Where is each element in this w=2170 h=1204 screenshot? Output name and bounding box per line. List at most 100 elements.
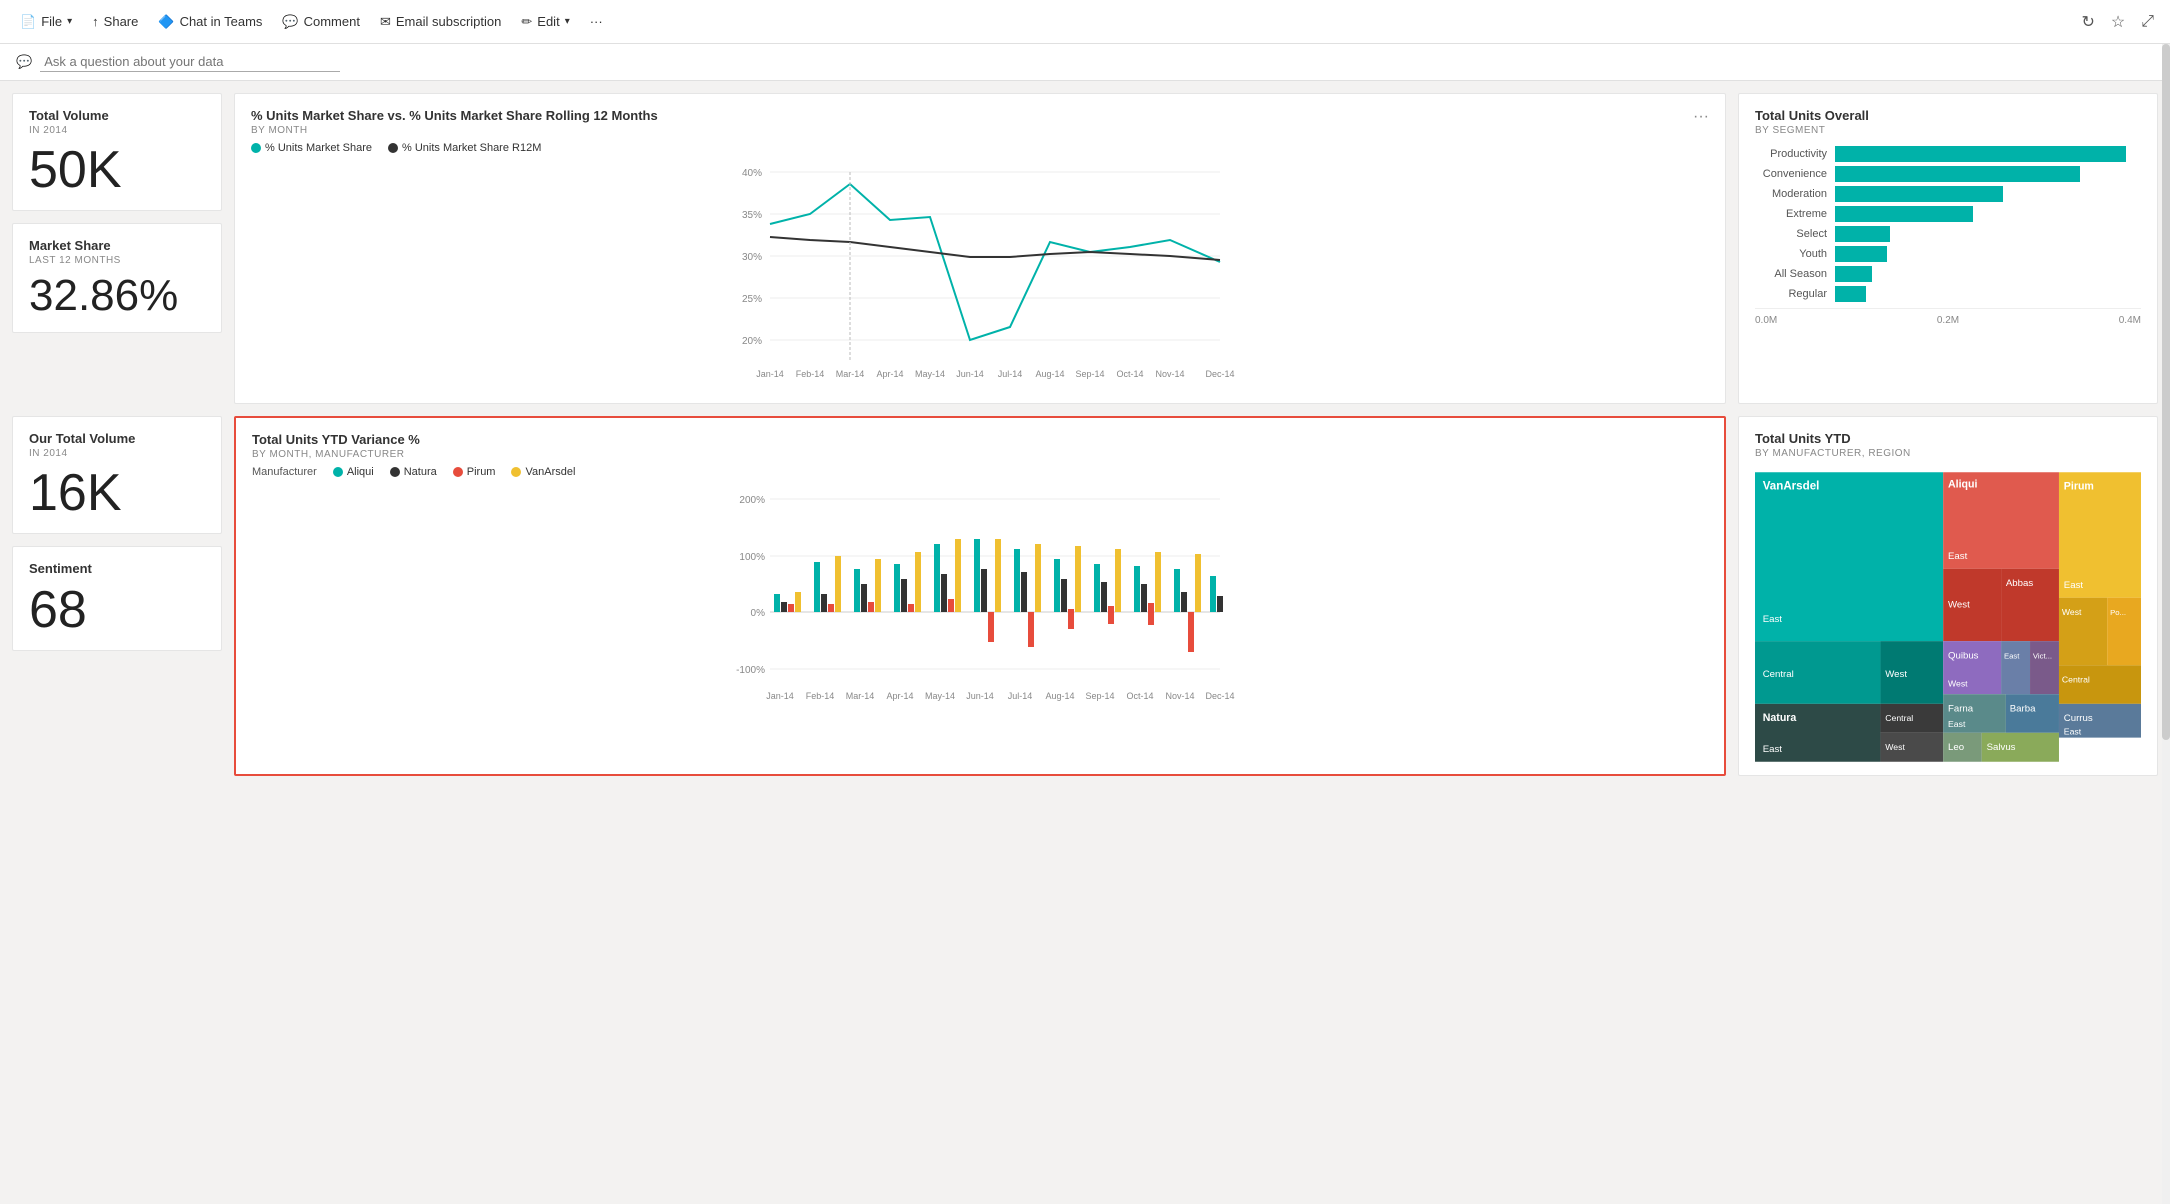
svg-text:100%: 100% bbox=[739, 552, 765, 563]
line-chart-card: % Units Market Share vs. % Units Market … bbox=[234, 93, 1726, 404]
chevron-down-icon: ▾ bbox=[67, 16, 72, 27]
legend-item-1: % Units Market Share bbox=[251, 142, 372, 154]
teams-icon: 🔷 bbox=[158, 14, 174, 30]
svg-text:May-14: May-14 bbox=[925, 691, 955, 701]
svg-text:East: East bbox=[1948, 551, 1968, 562]
svg-text:Aliqui: Aliqui bbox=[1948, 479, 1978, 491]
email-subscription-button[interactable]: ✉ Email subscription bbox=[372, 10, 509, 34]
svg-text:East: East bbox=[1763, 614, 1783, 625]
svg-text:West: West bbox=[1885, 669, 1907, 680]
svg-text:West: West bbox=[1885, 742, 1905, 752]
share-icon: ↑ bbox=[92, 14, 99, 29]
svg-text:East: East bbox=[2064, 727, 2082, 737]
aliqui-dot bbox=[333, 467, 343, 477]
email-icon: ✉ bbox=[380, 14, 391, 30]
svg-text:Po...: Po... bbox=[2110, 608, 2126, 617]
chat-in-teams-button[interactable]: 🔷 Chat in Teams bbox=[150, 10, 270, 34]
svg-text:Central: Central bbox=[2062, 675, 2090, 685]
svg-text:Jul-14: Jul-14 bbox=[1008, 691, 1033, 701]
svg-text:Jul-14: Jul-14 bbox=[998, 369, 1023, 379]
variance-chart-svg: 200% 100% 0% -100% bbox=[252, 484, 1708, 714]
share-button[interactable]: ↑ Share bbox=[84, 10, 146, 33]
hbar-row-extreme: Extreme bbox=[1755, 206, 2141, 222]
svg-text:Aug-14: Aug-14 bbox=[1045, 691, 1074, 701]
svg-text:Apr-14: Apr-14 bbox=[876, 369, 903, 379]
svg-text:Oct-14: Oct-14 bbox=[1116, 369, 1143, 379]
file-menu[interactable]: 📄 File ▾ bbox=[12, 10, 80, 34]
hbar-row-youth: Youth bbox=[1755, 246, 2141, 262]
svg-text:West: West bbox=[1948, 678, 1968, 688]
svg-text:Aug-14: Aug-14 bbox=[1035, 369, 1064, 379]
svg-text:Mar-14: Mar-14 bbox=[846, 691, 875, 701]
toolbar-right: ↻ ☆ ⤢ bbox=[2077, 8, 2158, 36]
svg-text:-100%: -100% bbox=[736, 665, 765, 676]
svg-text:Pirum: Pirum bbox=[2064, 481, 2094, 493]
legend-dot-2 bbox=[388, 143, 398, 153]
svg-text:35%: 35% bbox=[742, 210, 762, 221]
legend-dot-1 bbox=[251, 143, 261, 153]
legend-aliqui: Aliqui bbox=[333, 466, 374, 478]
svg-text:Apr-14: Apr-14 bbox=[886, 691, 913, 701]
svg-text:30%: 30% bbox=[742, 252, 762, 263]
scrollbar-track[interactable] bbox=[2162, 44, 2170, 1204]
svg-text:East: East bbox=[2004, 651, 2020, 660]
svg-text:Leo: Leo bbox=[1948, 742, 1964, 753]
hbar-row-allseason: All Season bbox=[1755, 266, 2141, 282]
svg-text:Nov-14: Nov-14 bbox=[1155, 369, 1184, 379]
comment-button[interactable]: 💬 Comment bbox=[274, 10, 368, 34]
svg-text:Sep-14: Sep-14 bbox=[1085, 691, 1114, 701]
svg-text:Jan-14: Jan-14 bbox=[766, 691, 794, 701]
vanarsdel-dot bbox=[511, 467, 521, 477]
edit-icon: ✏ bbox=[521, 14, 532, 30]
svg-text:Dec-14: Dec-14 bbox=[1205, 691, 1234, 701]
line-chart-more-button[interactable]: ··· bbox=[1693, 108, 1709, 126]
svg-text:0%: 0% bbox=[751, 608, 766, 619]
fullscreen-icon[interactable]: ⤢ bbox=[2137, 9, 2158, 35]
qa-input[interactable] bbox=[40, 52, 340, 72]
svg-text:East: East bbox=[2064, 580, 2084, 591]
svg-text:Dec-14: Dec-14 bbox=[1205, 369, 1234, 379]
file-icon: 📄 bbox=[20, 14, 36, 30]
legend-natura: Natura bbox=[390, 466, 437, 478]
legend-item-2: % Units Market Share R12M bbox=[388, 142, 541, 154]
svg-text:Vict...: Vict... bbox=[2033, 651, 2052, 660]
hbar-chart-card: Total Units Overall BY SEGMENT Productiv… bbox=[1738, 93, 2158, 404]
svg-text:Central: Central bbox=[1763, 669, 1794, 680]
svg-text:Feb-14: Feb-14 bbox=[806, 691, 835, 701]
more-button[interactable]: ··· bbox=[582, 10, 611, 33]
hbar-chart: Productivity Convenience Moderation Extr… bbox=[1755, 146, 2141, 326]
our-total-volume-card: Our Total Volume IN 2014 16K bbox=[12, 416, 222, 534]
svg-text:200%: 200% bbox=[739, 495, 765, 506]
chevron-down-icon: ▾ bbox=[565, 16, 570, 27]
svg-text:Natura: Natura bbox=[1763, 712, 1797, 724]
variance-chart: 200% 100% 0% -100% bbox=[252, 484, 1708, 717]
total-volume-card: Total Volume IN 2014 50K bbox=[12, 93, 222, 211]
svg-text:Oct-14: Oct-14 bbox=[1126, 691, 1153, 701]
hbar-row-moderation: Moderation bbox=[1755, 186, 2141, 202]
svg-text:West: West bbox=[1948, 599, 1970, 610]
svg-text:Salvus: Salvus bbox=[1987, 742, 2016, 753]
refresh-icon[interactable]: ↻ bbox=[2077, 8, 2098, 36]
svg-text:Central: Central bbox=[1885, 713, 1913, 723]
line-chart-svg: 40% 35% 30% 25% 20% Jan-14 Feb-14 Mar-14… bbox=[251, 162, 1709, 392]
svg-text:May-14: May-14 bbox=[915, 369, 945, 379]
hbar-x-axis: 0.0M 0.2M 0.4M bbox=[1755, 315, 2141, 326]
sentiment-card: Sentiment 68 bbox=[12, 546, 222, 651]
comment-icon: 💬 bbox=[282, 14, 298, 30]
pirum-dot bbox=[453, 467, 463, 477]
bookmark-icon[interactable]: ☆ bbox=[2107, 8, 2129, 36]
svg-text:West: West bbox=[2062, 607, 2082, 617]
market-share-card: Market Share LAST 12 MONTHS 32.86% bbox=[12, 223, 222, 333]
edit-button[interactable]: ✏ Edit ▾ bbox=[513, 10, 577, 34]
scrollbar-thumb[interactable] bbox=[2162, 44, 2170, 740]
svg-text:East: East bbox=[1948, 719, 1966, 729]
line-chart: 40% 35% 30% 25% 20% Jan-14 Feb-14 Mar-14… bbox=[251, 162, 1709, 395]
treemap-card: Total Units YTD BY MANUFACTURER, REGION … bbox=[1738, 416, 2158, 776]
svg-text:Jan-14: Jan-14 bbox=[756, 369, 784, 379]
svg-text:Farna: Farna bbox=[1948, 704, 1974, 715]
line-chart-legend: % Units Market Share % Units Market Shar… bbox=[251, 142, 1709, 154]
hbar-row-regular: Regular bbox=[1755, 286, 2141, 302]
qa-bar: 💬 bbox=[0, 44, 2170, 81]
svg-text:Currus: Currus bbox=[2064, 713, 2093, 724]
svg-text:Sep-14: Sep-14 bbox=[1075, 369, 1104, 379]
